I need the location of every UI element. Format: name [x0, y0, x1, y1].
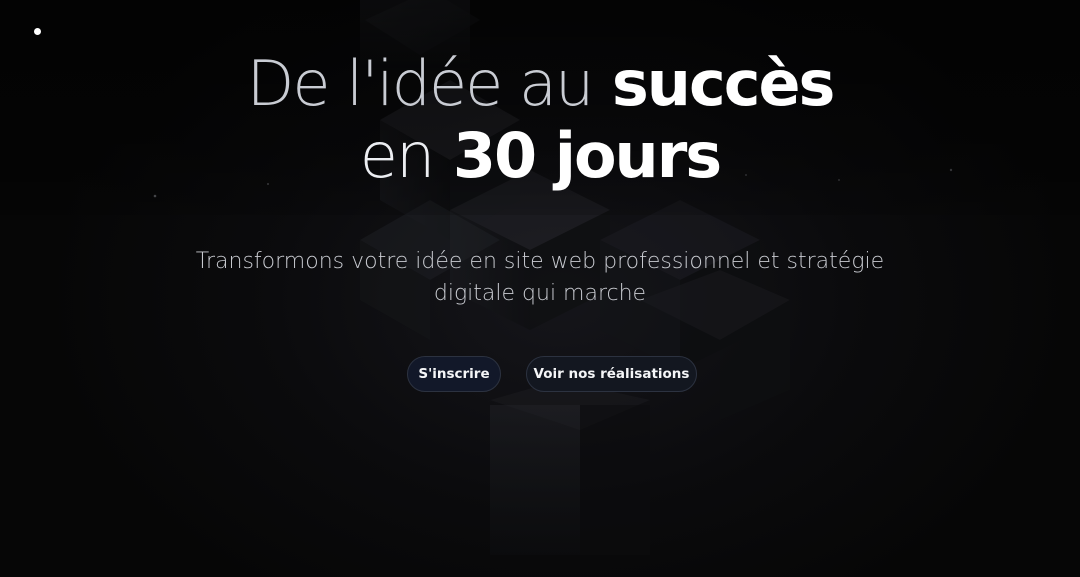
headline-bold-part-1: succès	[611, 47, 835, 120]
cursor-dot-icon	[34, 28, 41, 35]
hero-subtitle: Transformons votre idée en site web prof…	[195, 249, 885, 306]
hero-section: De l'idée au succès en 30 jours Transfor…	[0, 0, 1080, 577]
headline-light-part-2: en	[359, 119, 435, 192]
signup-button[interactable]: S'inscrire	[407, 356, 501, 392]
hero-headline: De l'idée au succès en 30 jours	[0, 48, 1080, 192]
headline-light-part-1: De l'idée au	[246, 47, 595, 120]
headline-bold-part-2: 30 jours	[452, 119, 722, 192]
view-portfolio-button[interactable]: Voir nos réalisations	[526, 356, 697, 392]
